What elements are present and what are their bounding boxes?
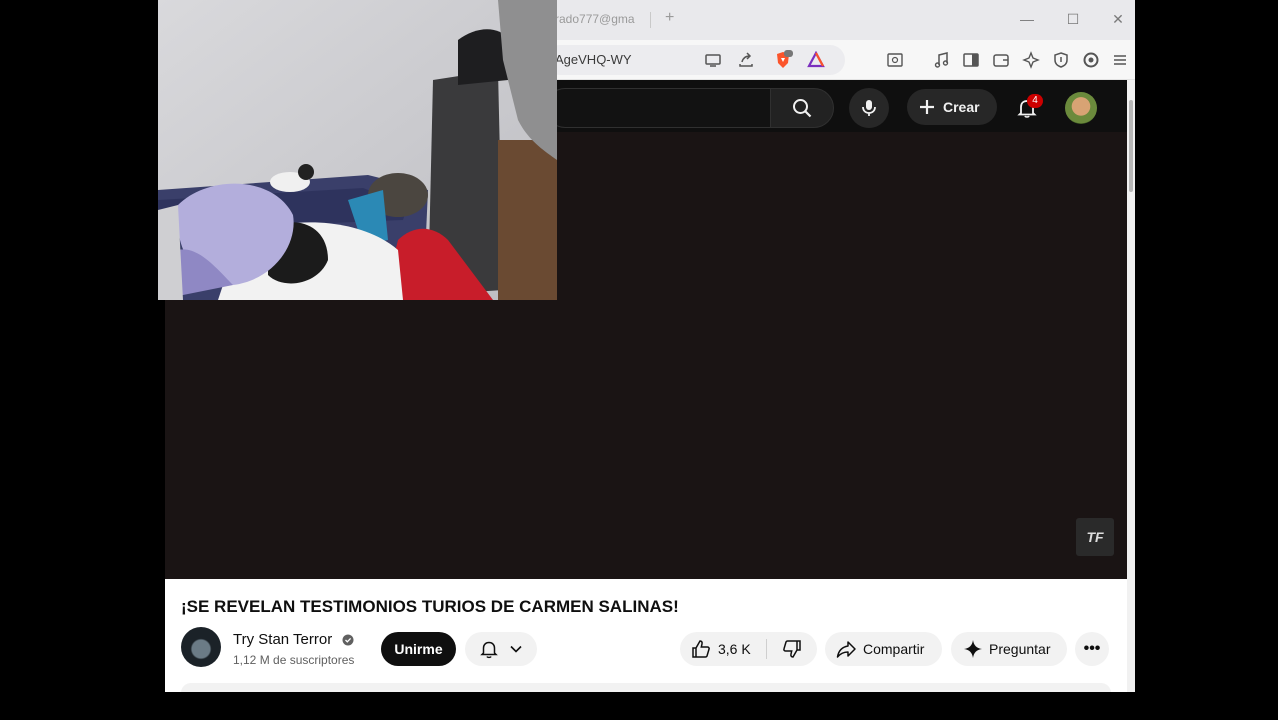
plus-icon [920, 100, 934, 114]
join-button[interactable]: Unirme [381, 632, 456, 666]
subscriber-count: 1,12 M de suscriptores [233, 653, 355, 667]
menu-icon[interactable] [1110, 50, 1130, 70]
notification-preferences-button[interactable] [465, 632, 537, 666]
scrollbar-thumb[interactable] [1129, 100, 1133, 192]
new-tab-button[interactable]: + [665, 9, 674, 27]
channel-avatar[interactable] [181, 627, 221, 667]
bell-icon [480, 641, 498, 659]
search-icon [793, 99, 812, 118]
share-icon[interactable] [736, 50, 756, 70]
tab-title[interactable]: rado777@gma [555, 12, 635, 26]
thumbs-up-icon [692, 640, 710, 658]
close-button[interactable]: ✕ [1103, 8, 1133, 30]
search-button[interactable] [770, 88, 834, 128]
webcam-image [158, 0, 557, 300]
video-details: ¡SE REVELAN TESTIMONIOS TURIOS DE CARMEN… [165, 579, 1127, 692]
brave-rewards-icon[interactable] [806, 50, 826, 70]
thumbs-down-icon [783, 640, 801, 658]
mic-icon [862, 100, 876, 116]
notifications-button[interactable] [1007, 88, 1047, 128]
vpn-icon[interactable] [1051, 50, 1071, 70]
minimize-button[interactable]: — [1012, 8, 1042, 30]
media-icon[interactable] [932, 50, 952, 70]
channel-name[interactable]: Try Stan Terror [233, 631, 332, 648]
video-title: ¡SE REVELAN TESTIMONIOS TURIOS DE CARMEN… [181, 597, 679, 616]
maximize-button[interactable]: ☐ [1058, 8, 1088, 30]
share-label: Compartir [863, 641, 925, 657]
like-count: 3,6 K [718, 641, 751, 657]
url-text[interactable]: AgeVHQ-WY [555, 52, 632, 67]
chevron-down-icon [510, 645, 522, 653]
account-avatar[interactable] [1065, 92, 1097, 124]
tab-divider [650, 12, 651, 28]
leo-ai-icon[interactable] [1021, 50, 1041, 70]
voice-search-button[interactable] [849, 88, 889, 128]
brave-logo-icon[interactable] [1081, 50, 1101, 70]
sparkle-icon [964, 640, 982, 658]
share-button[interactable]: Compartir [825, 632, 942, 666]
brave-shield-icon[interactable] [773, 50, 793, 70]
sidebar-icon[interactable] [961, 50, 981, 70]
create-label: Crear [943, 99, 980, 115]
verified-icon [342, 634, 354, 646]
description-box[interactable] [181, 683, 1111, 692]
ask-button[interactable]: Preguntar [951, 632, 1067, 666]
like-button[interactable]: 3,6 K [680, 632, 766, 666]
wallet-icon[interactable] [991, 50, 1011, 70]
create-button[interactable]: Crear [907, 89, 997, 125]
dislike-button[interactable] [767, 632, 817, 666]
share-arrow-icon [836, 641, 856, 658]
channel-watermark[interactable]: TF [1076, 518, 1114, 556]
search-input[interactable] [545, 88, 770, 128]
more-actions-button[interactable]: ••• [1075, 632, 1109, 666]
ask-label: Preguntar [989, 641, 1051, 657]
cast-icon[interactable] [703, 50, 723, 70]
like-dislike-group: 3,6 K [680, 632, 817, 666]
reader-mode-icon[interactable] [885, 50, 905, 70]
notification-badge: 4 [1027, 94, 1043, 108]
webcam-overlay [158, 0, 557, 300]
